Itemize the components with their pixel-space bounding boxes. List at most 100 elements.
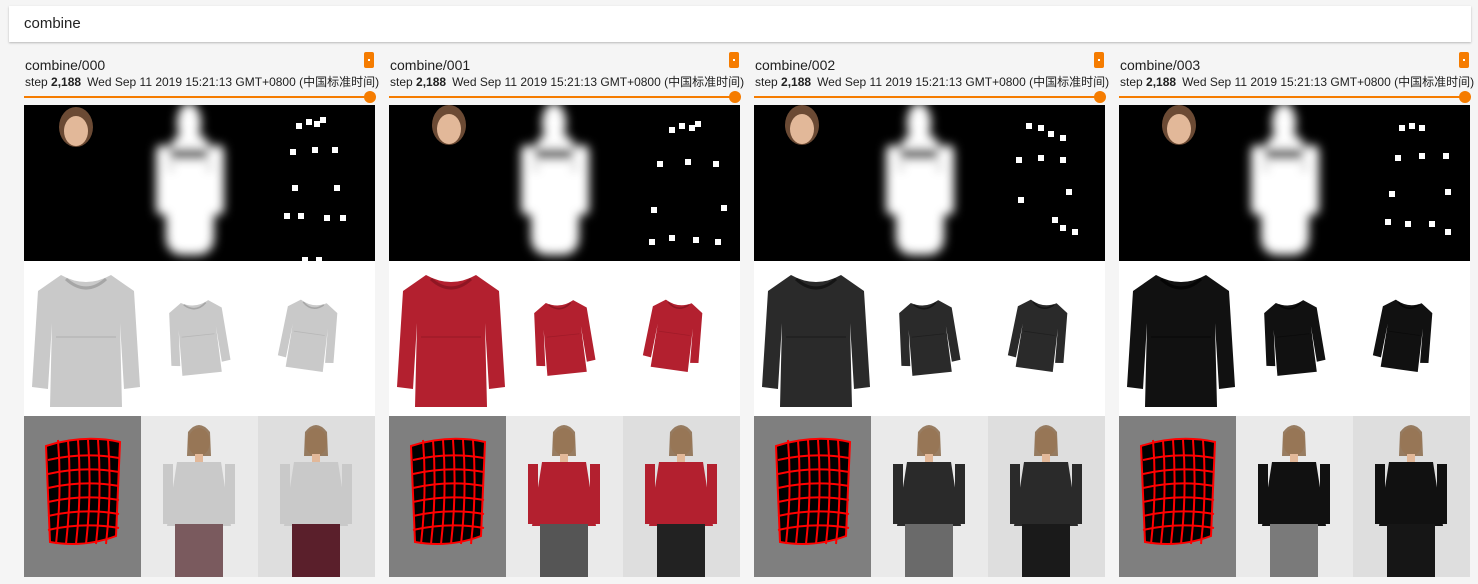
keypoint [1038,155,1044,161]
card-title: combine/001 [390,57,471,73]
image-card: combine/000 step 2,188 Wed Sep 11 2019 15:… [24,50,380,584]
keypoint [1066,189,1072,195]
step-label: step [1120,75,1143,89]
timestamp: Wed Sep 11 2019 15:21:13 GMT+0800 (中国标准时… [1182,75,1475,89]
keypoint [1395,155,1401,161]
card-title: combine/002 [755,57,836,73]
keypoint [695,121,701,127]
keypoint [689,125,695,131]
step-info: step 2,188 Wed Sep 11 2019 15:21:13 GMT+0… [1120,73,1474,90]
tryon-person [1353,416,1470,577]
tryon-person [141,416,258,577]
combine-image [24,105,375,577]
step-slider[interactable] [754,96,1100,98]
keypoint [1018,197,1024,203]
step-slider-thumb[interactable] [1459,91,1471,103]
more-vert-icon[interactable] [364,52,374,68]
garment [397,275,505,407]
step-info: step 2,188 Wed Sep 11 2019 15:21:13 GMT+0… [755,73,1109,90]
warped-grid [1139,437,1217,545]
tryon-row [24,416,375,577]
step-slider[interactable] [389,96,735,98]
garment [277,299,338,373]
face-crop [432,105,466,145]
keypoint [1048,131,1054,137]
keypoint [1445,229,1451,235]
combine-image [754,105,1105,577]
keypoint [649,239,655,245]
keypoint [679,123,685,129]
warped-grid [774,437,852,545]
garment [1127,275,1235,407]
keypoint [1429,221,1435,227]
garment [169,300,231,376]
step-slider[interactable] [1119,96,1465,98]
keypoint [312,147,318,153]
image-cards: combine/000 step 2,188 Wed Sep 11 2019 15:… [24,50,1478,584]
garment [1264,300,1326,376]
keypoint [1038,125,1044,131]
face-crop [59,107,93,147]
garment [899,300,961,376]
keypoint [1052,217,1058,223]
keypoint [1399,125,1405,131]
keypoint [721,205,727,211]
garment [642,299,703,373]
pose-row [389,105,740,261]
keypoint [669,127,675,133]
garment-row [24,261,375,416]
keypoint [298,213,304,219]
timestamp: Wed Sep 11 2019 15:21:13 GMT+0800 (中国标准时… [452,75,745,89]
garment-row [389,261,740,416]
face-crop [785,105,819,145]
keypoint [1016,157,1022,163]
garment-row [1119,261,1470,416]
garment [1372,299,1433,373]
keypoint [1072,229,1078,235]
keypoint [340,215,346,221]
search-bar[interactable]: combine [9,6,1471,42]
tryon-row [389,416,740,577]
keypoint [1060,225,1066,231]
keypoint [685,159,691,165]
step-value: 2,188 [781,75,812,89]
keypoint [324,215,330,221]
keypoint [713,161,719,167]
tryon-row [754,416,1105,577]
tryon-person [1236,416,1353,577]
step-slider[interactable] [24,96,370,98]
garment [762,275,870,407]
step-value: 2,188 [416,75,447,89]
keypoint [296,123,302,129]
keypoint [334,185,340,191]
keypoint [1405,221,1411,227]
card-title: combine/003 [1120,57,1201,73]
step-value: 2,188 [51,75,82,89]
keypoint [314,121,320,127]
keypoint [284,213,290,219]
keypoint [290,149,296,155]
more-vert-icon[interactable] [1094,52,1104,68]
pose-row [1119,105,1470,261]
search-query[interactable]: combine [24,15,81,32]
timestamp: Wed Sep 11 2019 15:21:13 GMT+0800 (中国标准时… [817,75,1110,89]
step-slider-thumb[interactable] [364,91,376,103]
keypoint [669,235,675,241]
keypoint [1385,219,1391,225]
more-vert-icon[interactable] [1459,52,1469,68]
timestamp: Wed Sep 11 2019 15:21:13 GMT+0800 (中国标准时… [87,75,380,89]
keypoint [715,239,721,245]
pose-row [24,105,375,261]
tryon-person [506,416,623,577]
step-info: step 2,188 Wed Sep 11 2019 15:21:13 GMT+0… [390,73,744,90]
combine-image [1119,105,1470,577]
image-card: combine/002 step 2,188 Wed Sep 11 2019 15:… [754,50,1109,584]
step-value: 2,188 [1146,75,1177,89]
step-slider-thumb[interactable] [1094,91,1106,103]
card-title: combine/000 [25,57,106,73]
garment [534,300,596,376]
step-slider-thumb[interactable] [729,91,741,103]
keypoint [332,147,338,153]
keypoint [1409,123,1415,129]
more-vert-icon[interactable] [729,52,739,68]
